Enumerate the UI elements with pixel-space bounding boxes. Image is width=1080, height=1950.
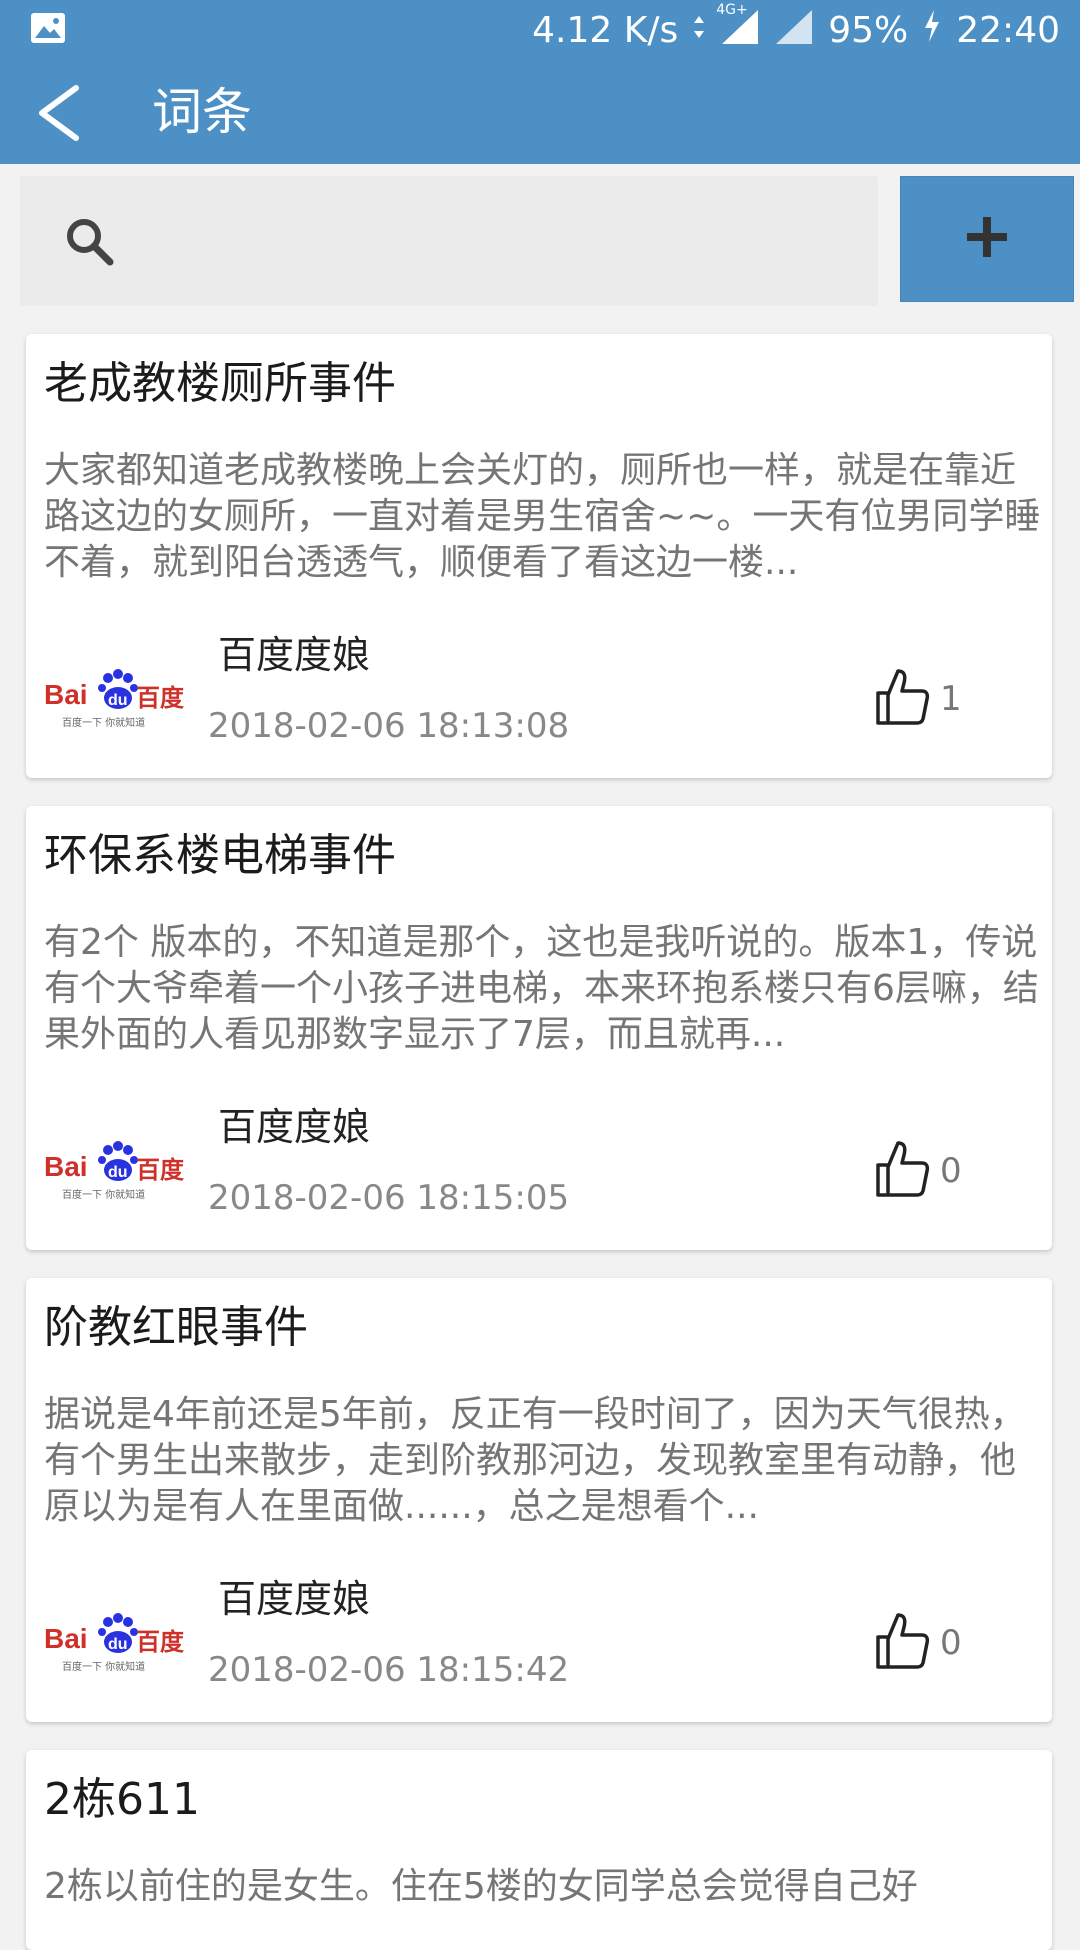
image-icon (30, 12, 66, 53)
search-icon (62, 214, 118, 270)
thumbs-up-icon (874, 667, 930, 731)
like-count: 1 (940, 679, 962, 719)
data-arrows-icon (692, 10, 706, 51)
svg-text:Bai: Bai (44, 679, 88, 710)
like-count: 0 (940, 1623, 962, 1663)
svg-text:Bai: Bai (44, 1151, 88, 1182)
entry-title: 阶教红眼事件 (44, 1302, 308, 1353)
thumbs-up-icon (874, 1139, 930, 1203)
entry-date: 2018-02-06 18:15:42 (208, 1650, 570, 1690)
baidu-logo: Bai du 百度 百度一下 你就知道 (44, 1608, 194, 1678)
network-type: 4G+ (716, 1, 748, 18)
back-button[interactable] (28, 78, 98, 148)
back-chevron-icon (28, 85, 98, 152)
svg-text:百度一下 你就知道: 百度一下 你就知道 (62, 716, 145, 729)
entry-date: 2018-02-06 18:15:05 (208, 1178, 570, 1218)
plus-icon (963, 213, 1011, 265)
svg-text:du: du (108, 1636, 128, 1653)
entry-author: 百度度娘 (218, 633, 371, 677)
clock: 22:40 (956, 9, 1060, 51)
entry-card[interactable]: 环保系楼电梯事件 有2个 版本的，不知道是那个，这也是我听说的。版本1，传说有个… (26, 806, 1052, 1250)
signal-icon: 4G+ (716, 2, 760, 55)
entry-card[interactable]: 老成教楼厕所事件 大家都知道老成教楼晚上会关灯的，厕所也一样，就是在靠近路这边的… (26, 334, 1052, 778)
app-bar: 词条 (0, 60, 1080, 164)
like-button[interactable]: 0 (874, 1608, 962, 1678)
search-bar[interactable] (20, 176, 878, 306)
svg-text:百度: 百度 (136, 1156, 185, 1184)
like-button[interactable]: 1 (874, 664, 962, 734)
signal-icon (774, 6, 814, 55)
network-speed: 4.12 K/s (532, 9, 679, 51)
page-title: 词条 (152, 83, 252, 141)
entry-summary: 大家都知道老成教楼晚上会关灯的，厕所也一样，就是在靠近路这边的女厕所，一直对着是… (44, 450, 1041, 583)
svg-text:百度: 百度 (136, 1628, 185, 1656)
search-input[interactable] (140, 206, 844, 278)
battery-level: 95% (828, 9, 909, 51)
svg-text:百度一下 你就知道: 百度一下 你就知道 (62, 1660, 145, 1673)
entry-title: 2栋611 (44, 1774, 200, 1825)
entry-card[interactable]: 阶教红眼事件 据说是4年前还是5年前，反正有一段时间了，因为天气很热，有个男生出… (26, 1278, 1052, 1722)
add-entry-button[interactable] (900, 176, 1074, 302)
entry-summary: 有2个 版本的，不知道是那个，这也是我听说的。版本1，传说有个大爷牵着一个小孩子… (44, 922, 1039, 1055)
entry-summary: 据说是4年前还是5年前，反正有一段时间了，因为天气很热，有个男生出来散步，走到阶… (44, 1394, 1026, 1527)
entry-card[interactable]: 2栋611 2栋以前住的是女生。住在5楼的女同学总会觉得自己好 (26, 1750, 1052, 1950)
entry-title: 老成教楼厕所事件 (44, 358, 396, 409)
entry-summary: 2栋以前住的是女生。住在5楼的女同学总会觉得自己好 (44, 1866, 918, 1907)
svg-text:Bai: Bai (44, 1623, 88, 1654)
charging-icon (922, 8, 942, 53)
svg-text:百度: 百度 (136, 684, 185, 712)
status-bar: 4.12 K/s 4G+ 95% 22:40 (0, 0, 1080, 60)
entry-date: 2018-02-06 18:13:08 (208, 706, 570, 746)
like-button[interactable]: 0 (874, 1136, 962, 1206)
baidu-logo: Bai du 百度 百度一下 你就知道 (44, 1136, 194, 1206)
svg-text:du: du (108, 1164, 128, 1181)
baidu-logo: Bai du 百度 百度一下 你就知道 (44, 664, 194, 734)
thumbs-up-icon (874, 1611, 930, 1675)
entry-author: 百度度娘 (218, 1577, 371, 1621)
entry-author: 百度度娘 (218, 1105, 371, 1149)
svg-text:百度一下 你就知道: 百度一下 你就知道 (62, 1188, 145, 1201)
svg-text:du: du (108, 692, 128, 709)
like-count: 0 (940, 1151, 962, 1191)
entry-title: 环保系楼电梯事件 (44, 830, 396, 881)
